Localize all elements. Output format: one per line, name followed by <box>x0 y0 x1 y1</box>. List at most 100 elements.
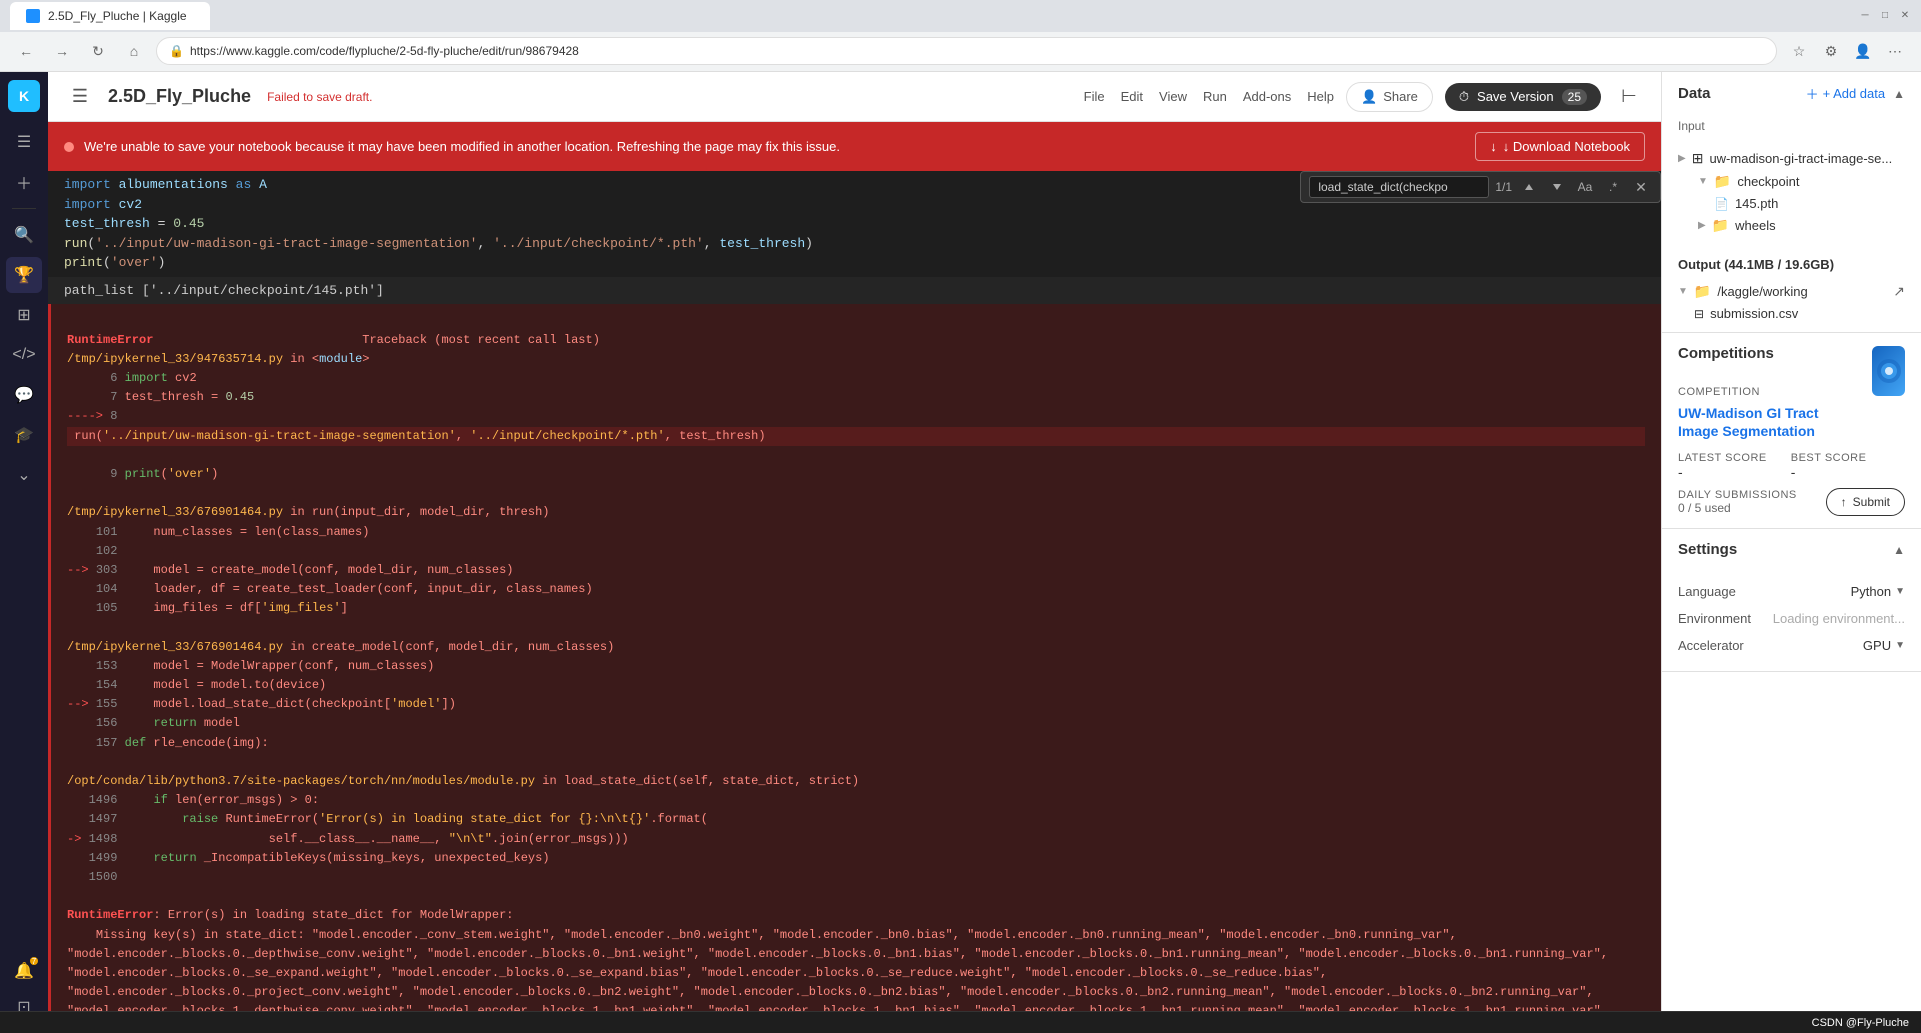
menu-edit[interactable]: Edit <box>1121 89 1143 104</box>
sidebar-icon-code[interactable]: </> <box>6 337 42 373</box>
sidebar-icon-chat[interactable]: 💬 <box>6 377 42 413</box>
find-regex-button[interactable]: .* <box>1602 176 1624 198</box>
sidebar-icon-menu[interactable]: ☰ <box>6 124 42 160</box>
save-version-label: Save Version <box>1477 89 1554 104</box>
settings-chevron-icon: ▲ <box>1893 543 1905 557</box>
sidebar-icon-db[interactable]: ⊞ <box>6 297 42 333</box>
expand-working-icon: ▼ <box>1678 286 1688 297</box>
minimize-button[interactable]: ─ <box>1859 10 1871 22</box>
notification-badge[interactable]: 🔔 7 <box>6 953 42 989</box>
data-tree: ▶ ⊞ uw-madison-gi-tract-image-se... ▼ 📁 … <box>1662 147 1921 249</box>
competition-thumbnail <box>1872 346 1905 396</box>
code-area[interactable]: 1/1 Aa .* ✕ import albumentations as A i… <box>48 171 1661 1033</box>
dataset-name: uw-madison-gi-tract-image-se... <box>1709 151 1905 166</box>
profile-button[interactable]: 👤 <box>1849 37 1877 65</box>
folder-icon: 📁 <box>1694 283 1711 300</box>
environment-label: Environment <box>1678 611 1751 626</box>
forward-button[interactable]: → <box>48 37 76 65</box>
find-close-button[interactable]: ✕ <box>1630 176 1652 198</box>
notification-dot: 7 <box>30 957 38 965</box>
browser-extra-buttons: ☆ ⚙ 👤 ⋯ <box>1785 37 1909 65</box>
hamburger-button[interactable]: ☰ <box>64 81 96 113</box>
close-button[interactable]: ✕ <box>1899 10 1911 22</box>
best-score-item: BEST SCORE - <box>1791 452 1867 480</box>
score-row: LATEST SCORE - BEST SCORE - <box>1678 452 1905 480</box>
address-bar[interactable]: 🔒 https://www.kaggle.com/code/flypluche/… <box>156 37 1777 65</box>
wheels-folder[interactable]: ▶ 📁 wheels <box>1678 214 1905 237</box>
find-input[interactable] <box>1309 176 1489 198</box>
submit-icon: ↑ <box>1841 495 1847 509</box>
best-score-value: - <box>1791 464 1867 480</box>
more-button[interactable]: ⋯ <box>1881 37 1909 65</box>
menu-view[interactable]: View <box>1159 89 1187 104</box>
find-down-button[interactable] <box>1546 176 1568 198</box>
latest-score-value: - <box>1678 464 1767 480</box>
add-data-button[interactable]: ＋ + Add data <box>1806 84 1886 103</box>
accelerator-dropdown-icon: ▼ <box>1895 640 1905 651</box>
wheels-label: wheels <box>1735 218 1905 233</box>
bookmark-button[interactable]: ☆ <box>1785 37 1813 65</box>
checkpoint-expand-icon: ▼ <box>1698 176 1708 187</box>
notebook-header: ☰ 2.5D_Fly_Pluche Failed to save draft. … <box>48 72 1661 122</box>
link-icon[interactable]: ↗ <box>1893 283 1905 300</box>
menu-run[interactable]: Run <box>1203 89 1227 104</box>
restore-button[interactable]: □ <box>1879 10 1891 22</box>
header-menu: File Edit View Run Add-ons Help <box>1084 89 1334 104</box>
warning-dot <box>64 142 74 152</box>
menu-addons[interactable]: Add-ons <box>1243 89 1291 104</box>
working-dir-label: /kaggle/working <box>1717 284 1807 299</box>
accelerator-value-container[interactable]: GPU ▼ <box>1863 638 1905 653</box>
active-tab[interactable]: 2.5D_Fly_Pluche | Kaggle <box>10 2 210 30</box>
warning-text: We're unable to save your notebook becau… <box>84 139 1465 154</box>
pth-file[interactable]: 📄 145.pth <box>1678 193 1905 214</box>
browser-title-bar: 2.5D_Fly_Pluche | Kaggle ─ □ ✕ <box>0 0 1921 32</box>
clock-icon: ⏱ <box>1459 89 1469 105</box>
sidebar-icon-expand[interactable]: ⌄ <box>6 457 42 493</box>
data-section-header[interactable]: Data ＋ + Add data ▲ <box>1662 72 1921 115</box>
refresh-button[interactable]: ↻ <box>84 37 112 65</box>
download-icon: ↓ <box>1490 139 1497 154</box>
kaggle-logo[interactable]: K <box>8 80 40 112</box>
daily-submissions-value: 0 / 5 used <box>1678 501 1797 515</box>
find-up-button[interactable] <box>1518 176 1540 198</box>
submit-button[interactable]: ↑ Submit <box>1826 488 1905 516</box>
settings-header[interactable]: Settings ▲ <box>1662 529 1921 570</box>
environment-row: Environment Loading environment... <box>1678 605 1905 632</box>
download-notebook-button[interactable]: ↓ ↓ Download Notebook <box>1475 132 1645 161</box>
menu-file[interactable]: File <box>1084 89 1105 104</box>
collapse-panel-button[interactable]: ⊢ <box>1613 81 1645 113</box>
find-count: 1/1 <box>1495 180 1512 194</box>
browser-chrome: 2.5D_Fly_Pluche | Kaggle ─ □ ✕ ← → ↻ ⌂ 🔒… <box>0 0 1921 72</box>
competition-title[interactable]: UW-Madison GI Tract Image Segmentation <box>1678 404 1862 440</box>
sidebar-icon-learn[interactable]: 🎓 <box>6 417 42 453</box>
app-container: K ☰ ＋ 🔍 🏆 ⊞ </> 💬 🎓 ⌄ 🔔 7 ⊡ ☰ 2.5D_Fly_P… <box>0 72 1921 1033</box>
sidebar-icon-trophy[interactable]: 🏆 <box>6 257 42 293</box>
find-match-case-button[interactable]: Aa <box>1574 176 1596 198</box>
latest-score-label: LATEST SCORE <box>1678 452 1767 464</box>
back-button[interactable]: ← <box>12 37 40 65</box>
sidebar-icon-search[interactable]: 🔍 <box>6 217 42 253</box>
menu-help[interactable]: Help <box>1307 89 1334 104</box>
pth-file-label: 145.pth <box>1735 196 1905 211</box>
share-button[interactable]: 👤 Share <box>1346 82 1433 112</box>
tab-favicon <box>26 9 40 23</box>
submit-label: Submit <box>1853 495 1890 509</box>
sidebar-icon-plus[interactable]: ＋ <box>6 164 42 200</box>
sidebar-divider-1 <box>12 208 36 209</box>
dataset-item[interactable]: ▶ ⊞ uw-madison-gi-tract-image-se... <box>1678 147 1905 170</box>
working-dir-item[interactable]: ▼ 📁 /kaggle/working ↗ <box>1678 280 1905 303</box>
csv-file-item[interactable]: ⊟ submission.csv <box>1678 303 1905 324</box>
competitions-section: Competitions ▲ COMPETITION UW-Madison GI… <box>1662 333 1921 529</box>
checkpoint-folder[interactable]: ▼ 📁 checkpoint <box>1678 170 1905 193</box>
wheels-folder-icon: 📁 <box>1712 217 1729 234</box>
save-version-button[interactable]: ⏱ Save Version 25 <box>1445 83 1601 111</box>
error-block: RuntimeError Traceback (most recent call… <box>48 304 1661 1033</box>
extensions-button[interactable]: ⚙ <box>1817 37 1845 65</box>
checkpoint-folder-icon: 📁 <box>1714 173 1731 190</box>
language-value: Python <box>1851 584 1891 599</box>
notebook-title: 2.5D_Fly_Pluche <box>108 86 251 107</box>
plus-icon: ＋ <box>1806 84 1819 103</box>
home-button[interactable]: ⌂ <box>120 37 148 65</box>
language-value-container[interactable]: Python ▼ <box>1851 584 1905 599</box>
database-icon: ⊞ <box>1692 150 1704 167</box>
